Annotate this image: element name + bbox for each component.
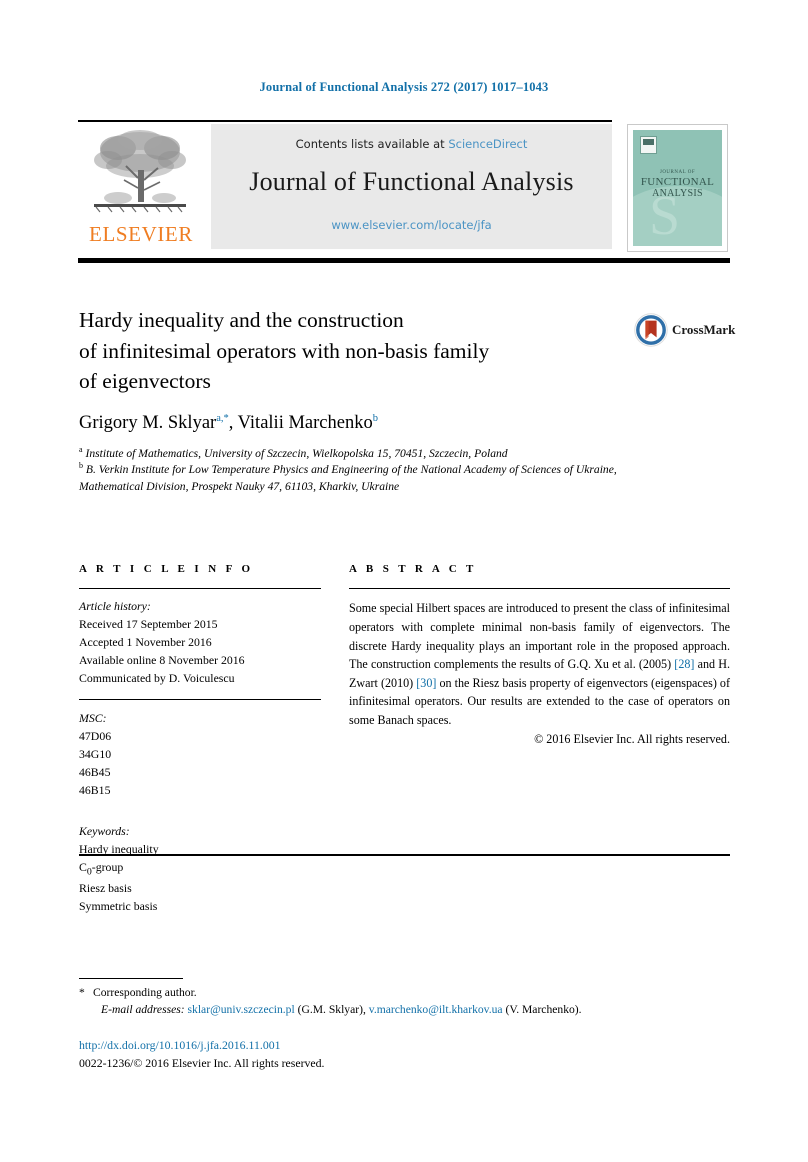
history-accepted: Accepted 1 November 2016 [79,635,212,650]
abstract-reference-28[interactable]: [28] [674,657,694,671]
journal-cover-thumbnail[interactable]: S JOURNAL OF FUNCTIONAL ANALYSIS [627,124,728,252]
page-title: Hardy inequality and the construction of… [79,305,589,397]
email-addresses-label: E-mail addresses: [101,1003,185,1017]
article-info-divider [79,588,321,590]
msc-code-3: 46B45 [79,765,111,780]
elsevier-tree-icon [88,126,192,218]
header-thick-rule [78,258,730,263]
masthead-top-rule [78,120,612,122]
msc-label: MSC: [79,711,107,726]
history-received: Received 17 September 2015 [79,617,218,632]
keywords-label: Keywords: [79,823,130,838]
abstract-text: Some special Hilbert spaces are introduc… [349,599,730,729]
author-1-name: Grigory M. Sklyar [79,413,217,433]
author-2-name: Vitalii Marchenko [237,413,373,433]
keyword-3: Riesz basis [79,881,132,896]
cover-title-line2: FUNCTIONAL [640,175,715,188]
journal-title: Journal of Functional Analysis [249,167,574,196]
keyword-4: Symmetric basis [79,898,158,913]
corresponding-author-marker: * [79,986,85,999]
contents-prefix-text: Contents lists available at [295,137,449,151]
running-head: Journal of Functional Analysis 272 (2017… [259,80,549,94]
keyword-2: C0-group [79,859,321,880]
footnote-separator-rule [79,978,183,980]
article-info-heading: A R T I C L E I N F O [79,563,254,575]
history-communicated-by: Communicated by D. Voiculescu [79,671,235,686]
title-line-1: Hardy inequality and the construction [79,308,404,332]
crossmark-icon [634,313,668,347]
author-list: Grigory M. Sklyara,*, Vitalii Marchenkob [79,413,639,434]
elsevier-wordmark: ELSEVIER [89,222,193,246]
corresponding-author-text: Corresponding author. [93,986,197,999]
sciencedirect-link[interactable]: ScienceDirect [448,137,527,151]
affiliation-b: b B. Verkin Institute for Low Temperatur… [79,462,639,495]
article-info-column: A R T I C L E I N F O Article history: R… [79,563,321,916]
email-link-sklyar[interactable]: sklar@univ.szczecin.pl [188,1003,295,1016]
affiliation-b-text: B. Verkin Institute for Low Temperature … [79,463,617,493]
affiliation-b-mark: b [79,461,83,471]
title-line-2: of infinitesimal operators with non-basi… [79,338,490,363]
msc-code-2: 34G10 [79,747,112,762]
abstract-reference-30[interactable]: [30] [416,676,436,690]
elsevier-logo: ELSEVIER [80,126,202,250]
sciencedirect-header-box: Contents lists available at ScienceDirec… [211,124,612,249]
cover-artwork: S JOURNAL OF FUNCTIONAL ANALYSIS [633,130,722,246]
abstract-bottom-rule [79,854,730,856]
abstract-heading: A B S T R A C T [349,563,477,575]
abstract-divider [349,588,730,590]
author-1-marks[interactable]: a,* [216,413,229,424]
footer-block: http://dx.doi.org/10.1016/j.jfa.2016.11.… [79,1037,730,1072]
msc-code-1: 47D06 [79,729,112,744]
affiliation-a-mark: a [79,445,83,455]
msc-block: MSC: 47D06 34G10 46B45 46B15 [79,710,321,800]
footnote-block: * Corresponding author. E-mail addresses:… [79,984,730,1019]
corresponding-author-note: * Corresponding author. [79,984,730,1001]
keyword-1: Hardy inequality [79,841,159,856]
doi-link[interactable]: http://dx.doi.org/10.1016/j.jfa.2016.11.… [79,1037,730,1055]
article-history-label: Article history: [79,599,151,614]
issn-copyright-line: 0022-1236/© 2016 Elsevier Inc. All right… [79,1055,325,1070]
crossmark-badge[interactable]: CrossMark [634,313,735,347]
journal-masthead: ELSEVIER Contents lists available at Sci… [78,120,730,252]
keyword-2-rest: -group [91,859,124,874]
cover-title-line3: ANALYSIS [652,188,703,200]
author-separator: , [228,413,238,433]
title-line-3: of eigenvectors [79,369,211,394]
abstract-part-1: Some special Hilbert spaces are introduc… [349,601,730,672]
cover-title-text: JOURNAL OF FUNCTIONAL ANALYSIS [633,170,722,200]
keywords-block: Keywords: Hardy inequality C0-group Ries… [79,823,321,916]
keyword-2-base: C [79,859,87,874]
author-2-marks[interactable]: b [373,413,378,424]
email-owner-sklyar: (G.M. Sklyar), [297,1003,366,1017]
email-addresses-note: E-mail addresses: sklar@univ.szczecin.pl… [79,1001,730,1018]
affiliation-a-text: Institute of Mathematics, University of … [85,447,508,460]
affiliation-a: a Institute of Mathematics, University o… [79,446,639,462]
msc-code-4: 46B15 [79,782,111,797]
email-owner-marchenko: (V. Marchenko). [505,1003,582,1017]
abstract-column: A B S T R A C T Some special Hilbert spa… [349,563,730,747]
affiliation-list: a Institute of Mathematics, University o… [79,446,639,495]
journal-homepage-link[interactable]: www.elsevier.com/locate/jfa [211,218,612,232]
abstract-copyright: © 2016 Elsevier Inc. All rights reserved… [534,731,730,746]
contents-available-line: Contents lists available at ScienceDirec… [211,137,612,151]
cover-publisher-badge-icon [640,136,657,154]
article-history-block: Article history: Received 17 September 2… [79,598,321,688]
paper-first-page: Journal of Functional Analysis 272 (2017… [0,0,808,1162]
history-available-online: Available online 8 November 2016 [79,653,245,668]
email-link-marchenko[interactable]: v.marchenko@ilt.kharkov.ua [369,1003,503,1016]
crossmark-label: CrossMark [672,322,736,337]
msc-divider [79,699,321,701]
